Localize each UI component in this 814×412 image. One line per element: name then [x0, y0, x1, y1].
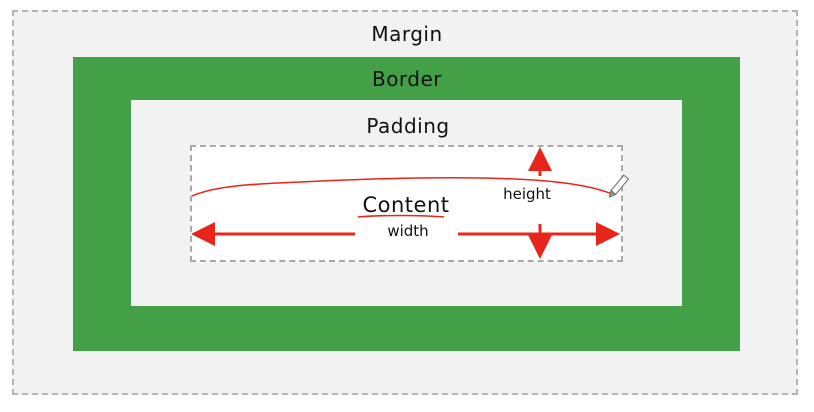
content-underline	[357, 214, 445, 218]
pencil-icon	[608, 174, 630, 198]
content-top-curve	[191, 176, 613, 197]
annotation-overlay	[191, 147, 630, 259]
